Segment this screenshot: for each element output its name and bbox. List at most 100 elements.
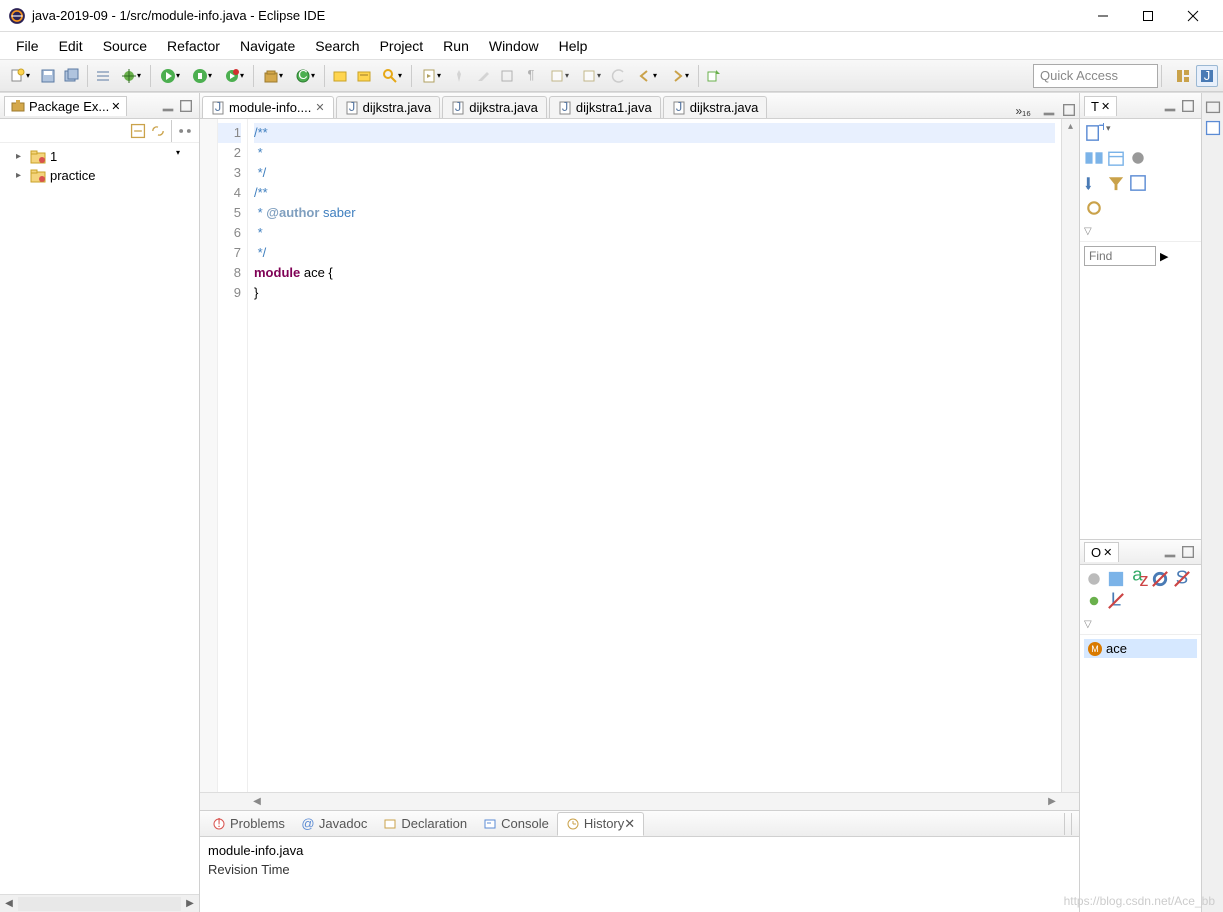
focus-outline-button[interactable] (1084, 569, 1104, 589)
debug-button[interactable]: ▾ (116, 65, 146, 87)
save-button[interactable] (37, 65, 59, 87)
view-menu-button[interactable]: ▾ (176, 122, 194, 140)
maximize-view-button[interactable] (178, 98, 194, 114)
new-package-button[interactable]: ▾ (258, 65, 288, 87)
restore-button[interactable] (1204, 97, 1222, 115)
menu-search[interactable]: Search (305, 34, 369, 58)
hide-local-button[interactable]: L (1106, 591, 1126, 611)
bottom-tab-history[interactable]: History ✕ (557, 812, 644, 836)
outline-tab[interactable]: O ✕ (1084, 542, 1119, 562)
editor-h-scrollbar[interactable]: ◀▶ (200, 792, 1079, 810)
maximize-view-button[interactable] (1180, 98, 1196, 114)
bottom-tab-javadoc[interactable]: @Javadoc (293, 813, 375, 834)
maximize-button[interactable] (1125, 1, 1170, 31)
edit-button[interactable] (472, 65, 494, 87)
schedule-button[interactable] (1106, 148, 1126, 168)
svg-text:J: J (1204, 68, 1211, 83)
editor-tab[interactable]: Jdijkstra.java (663, 96, 768, 118)
hide-static-button[interactable]: S (1172, 569, 1192, 589)
outline-item-ace[interactable]: M ace (1084, 639, 1197, 658)
maximize-view-button[interactable] (1180, 544, 1196, 560)
annotation-next-button[interactable]: ▾ (416, 65, 446, 87)
run-last-button[interactable]: ▾ (219, 65, 249, 87)
search-button[interactable]: ▾ (377, 65, 407, 87)
presentation-button[interactable] (1128, 173, 1148, 193)
collapse-all-button[interactable] (129, 122, 147, 140)
close-button[interactable] (1170, 1, 1215, 31)
editor-tab[interactable]: Jdijkstra.java (442, 96, 547, 118)
pin-button[interactable] (448, 65, 470, 87)
java-perspective-button[interactable]: J (1196, 65, 1218, 87)
close-icon[interactable]: ✕ (315, 101, 324, 114)
show-whitespace-button[interactable]: ¶ (520, 65, 542, 87)
bottom-tab-declaration[interactable]: Declaration (375, 813, 475, 834)
menu-navigate[interactable]: Navigate (230, 34, 305, 58)
az-sort-button[interactable]: az (1128, 569, 1148, 589)
menu-refactor[interactable]: Refactor (157, 34, 230, 58)
cheat-sheets-button[interactable] (1204, 119, 1222, 137)
editor[interactable]: 123456789 /** * *//** * @author saber * … (200, 119, 1079, 792)
menu-file[interactable]: File (6, 34, 49, 58)
pin-editor-button[interactable] (703, 65, 725, 87)
project-item[interactable]: ▸1 (4, 147, 195, 166)
close-icon[interactable]: ✕ (1101, 100, 1110, 113)
eclipse-icon (8, 7, 26, 25)
new-class-button[interactable]: C▾ (290, 65, 320, 87)
new-task-button[interactable]: + (1084, 123, 1104, 143)
back-button[interactable]: ▾ (632, 65, 662, 87)
minimize-view-button[interactable] (1162, 98, 1178, 114)
maximize-view-button[interactable] (1061, 102, 1077, 118)
menu-run[interactable]: Run (433, 34, 479, 58)
menu-edit[interactable]: Edit (49, 34, 93, 58)
editor-code[interactable]: /** * *//** * @author saber * */module a… (248, 119, 1061, 792)
minimize-view-button[interactable] (1041, 102, 1057, 118)
last-edit-button[interactable] (608, 65, 630, 87)
quick-access-input[interactable]: Quick Access (1033, 64, 1158, 88)
focus-button[interactable] (1128, 148, 1148, 168)
bottom-tab-problems[interactable]: !Problems (204, 813, 293, 834)
project-item[interactable]: ▸practice (4, 166, 195, 185)
prev-annotation-button[interactable]: ▾ (544, 65, 574, 87)
filter-button[interactable] (1106, 173, 1126, 193)
editor-tab[interactable]: Jmodule-info....✕ (202, 96, 334, 118)
toggle-breadcrumb-button[interactable] (92, 65, 114, 87)
bottom-tab-console[interactable]: Console (475, 813, 557, 834)
save-all-button[interactable] (61, 65, 83, 87)
find-next-icon[interactable]: ▶ (1160, 250, 1168, 263)
menu-window[interactable]: Window (479, 34, 549, 58)
hide-nonpublic-button[interactable] (1084, 591, 1104, 611)
run-button[interactable]: ▾ (155, 65, 185, 87)
menu-help[interactable]: Help (549, 34, 598, 58)
find-input[interactable] (1084, 246, 1156, 266)
minimize-view-button[interactable] (1162, 544, 1178, 560)
minimize-view-button[interactable] (160, 98, 176, 114)
package-explorer-tree[interactable]: ▸1▸practice (0, 143, 199, 894)
new-button[interactable]: ▾ (5, 65, 35, 87)
close-icon[interactable]: ✕ (111, 100, 120, 113)
forward-button[interactable]: ▾ (664, 65, 694, 87)
v-scrollbar[interactable]: ▴ (1061, 119, 1079, 792)
open-type-button[interactable] (329, 65, 351, 87)
task-list-tab[interactable]: T ✕ (1084, 96, 1117, 116)
menu-source[interactable]: Source (93, 34, 157, 58)
sync-button[interactable] (1084, 198, 1104, 218)
close-icon[interactable]: ✕ (1103, 546, 1112, 559)
next-annotation-button[interactable]: ▾ (576, 65, 606, 87)
close-icon[interactable]: ✕ (624, 816, 635, 832)
h-scrollbar[interactable]: ◀▶ (0, 894, 199, 912)
editor-tab[interactable]: Jdijkstra1.java (549, 96, 661, 118)
coverage-button[interactable]: ▾ (187, 65, 217, 87)
sort-outline-button[interactable] (1106, 569, 1126, 589)
block-button[interactable] (496, 65, 518, 87)
open-perspective-button[interactable] (1172, 65, 1194, 87)
link-editor-button[interactable] (149, 122, 167, 140)
hide-fields-button[interactable] (1150, 569, 1170, 589)
menu-project[interactable]: Project (370, 34, 434, 58)
open-task-button[interactable] (353, 65, 375, 87)
package-explorer-tab[interactable]: Package Ex... ✕ (4, 96, 127, 116)
categorize-button[interactable] (1084, 148, 1104, 168)
editor-tab[interactable]: Jdijkstra.java (336, 96, 441, 118)
more-tabs-button[interactable]: »₁₆ (1007, 104, 1039, 118)
sort-button[interactable] (1084, 173, 1104, 193)
minimize-button[interactable] (1080, 1, 1125, 31)
